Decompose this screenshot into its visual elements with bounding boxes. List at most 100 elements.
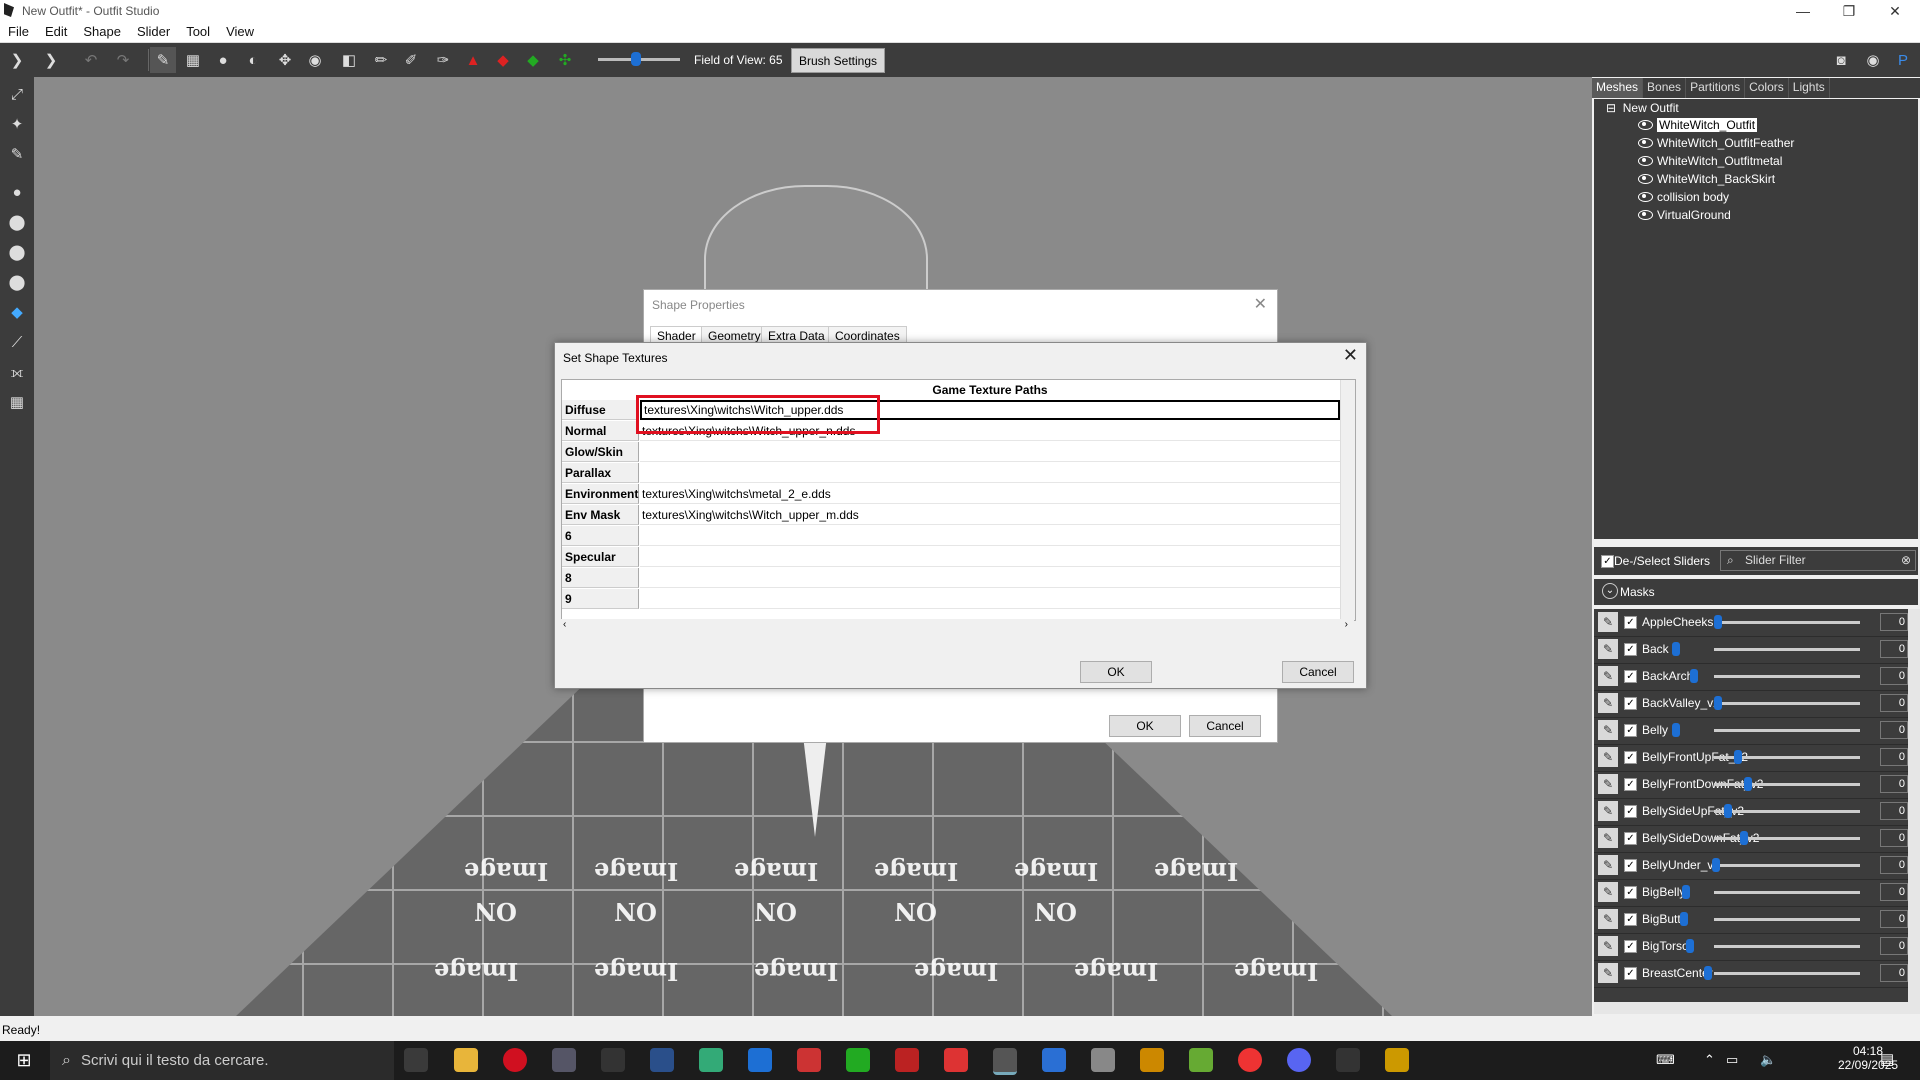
color-brush-icon[interactable]: ✐ — [398, 47, 424, 73]
tree-root[interactable]: ⊟ New Outfit — [1606, 101, 1679, 115]
app-icon[interactable] — [1189, 1048, 1213, 1072]
texture-path-cell[interactable] — [640, 442, 1340, 462]
app-icon[interactable] — [944, 1048, 968, 1072]
tab-partitions[interactable]: Partitions — [1686, 78, 1746, 98]
slider-track[interactable] — [1714, 918, 1860, 921]
tab-meshes[interactable]: Meshes — [1592, 78, 1644, 98]
mesh-item[interactable]: WhiteWitch_Outfitmetal — [1638, 153, 1782, 169]
undiff-brush-icon[interactable]: ◧ — [336, 47, 362, 73]
redo-icon[interactable]: ↷ — [110, 47, 136, 73]
edit-slider-icon[interactable]: ✎ — [1598, 774, 1618, 794]
opera-icon[interactable] — [503, 1048, 527, 1072]
app-icon[interactable] — [797, 1048, 821, 1072]
slider-track[interactable] — [1714, 702, 1860, 705]
slider-checkbox[interactable]: ✓ — [1624, 724, 1637, 737]
menu-file[interactable]: File — [0, 22, 37, 42]
eye-icon[interactable] — [1638, 156, 1653, 166]
edit-slider-icon[interactable]: ✎ — [1598, 882, 1618, 902]
texture-path-cell[interactable]: textures\Xing\witchs\Witch_upper_m.dds — [640, 505, 1340, 525]
slider-thumb[interactable] — [1680, 912, 1688, 926]
edit-slider-icon[interactable]: ✎ — [1598, 639, 1618, 659]
app-icon[interactable] — [1336, 1048, 1360, 1072]
chrome-icon[interactable] — [1238, 1048, 1262, 1072]
slider-track[interactable] — [1714, 675, 1860, 678]
slider-checkbox[interactable]: ✓ — [1624, 967, 1637, 980]
tab-lights[interactable]: Lights — [1789, 78, 1830, 98]
slider-thumb[interactable] — [1704, 966, 1712, 980]
slider-value-field[interactable]: 0 — [1880, 964, 1908, 982]
bones-view-icon[interactable]: ⟋ — [4, 329, 30, 355]
app-icon[interactable] — [552, 1048, 576, 1072]
slider-thumb[interactable] — [1690, 669, 1698, 683]
cube-view-icon[interactable]: ◆ — [4, 299, 30, 325]
slider-vertical-scrollbar[interactable] — [1908, 609, 1920, 1002]
edit-slider-icon[interactable]: ✎ — [1598, 963, 1618, 983]
expand-icon[interactable]: ⌄ — [1602, 583, 1618, 599]
slider-thumb[interactable] — [1744, 777, 1752, 791]
edit-slider-icon[interactable]: ✎ — [1598, 720, 1618, 740]
edit-slider-icon[interactable]: ✎ — [1598, 909, 1618, 929]
brush-size-large-icon[interactable]: ⬤ — [4, 239, 30, 265]
texture-path-cell[interactable] — [640, 547, 1340, 567]
slider-thumb[interactable] — [1714, 696, 1722, 710]
app-icon[interactable] — [895, 1048, 919, 1072]
slider-thumb[interactable] — [1712, 858, 1720, 872]
app-icon[interactable] — [650, 1048, 674, 1072]
edit-slider-icon[interactable]: ✎ — [1598, 936, 1618, 956]
slider-value-field[interactable]: 0 — [1880, 829, 1908, 847]
slider-value-field[interactable]: 0 — [1880, 721, 1908, 739]
volume-icon[interactable]: 🔈 — [1760, 1052, 1776, 1068]
slider-track[interactable] — [1714, 891, 1860, 894]
maximize-button[interactable]: ❐ — [1826, 0, 1872, 22]
notification-icon[interactable]: ▤ — [1880, 1050, 1894, 1068]
slider-value-field[interactable]: 0 — [1880, 667, 1908, 685]
app-icon[interactable] — [846, 1048, 870, 1072]
texture-vertical-scrollbar[interactable] — [1340, 380, 1355, 620]
deselect-sliders-checkbox[interactable]: ✓ — [1601, 555, 1614, 568]
clear-filter-icon[interactable]: ⊗ — [1901, 551, 1911, 570]
edit-slider-icon[interactable]: ✎ — [1598, 612, 1618, 632]
masks-row[interactable]: ⌄ Masks — [1594, 579, 1918, 605]
slider-value-field[interactable]: 0 — [1880, 694, 1908, 712]
eye-icon[interactable] — [1638, 138, 1653, 148]
menu-shape[interactable]: Shape — [75, 22, 129, 42]
transform-tool-icon[interactable]: ⤢ — [4, 81, 30, 107]
edge-icon[interactable]: ◆ — [490, 47, 516, 73]
slider-value-field[interactable]: 0 — [1880, 775, 1908, 793]
app-icon[interactable] — [601, 1048, 625, 1072]
fov-slider-thumb[interactable] — [631, 52, 641, 66]
slider-track[interactable] — [1714, 729, 1860, 732]
app-icon[interactable] — [1042, 1048, 1066, 1072]
mesh-item[interactable]: WhiteWitch_Outfit — [1638, 117, 1758, 133]
slider-track[interactable] — [1714, 837, 1860, 840]
smooth-brush-icon[interactable]: ◉ — [302, 47, 328, 73]
mesh-item[interactable]: collision body — [1638, 189, 1729, 205]
slider-value-field[interactable]: 0 — [1880, 883, 1908, 901]
app-icon[interactable] — [1385, 1048, 1409, 1072]
slider-track[interactable] — [1714, 810, 1860, 813]
brush-settings-button[interactable]: Brush Settings — [791, 48, 885, 73]
outfit-studio-taskbar-icon[interactable] — [993, 1048, 1017, 1075]
app-icon[interactable] — [748, 1048, 772, 1072]
close-icon[interactable]: ✕ — [1343, 345, 1358, 366]
slider-thumb[interactable] — [1724, 804, 1732, 818]
slider-checkbox[interactable]: ✓ — [1624, 643, 1637, 656]
brush-size-medium-icon[interactable]: ⬤ — [4, 209, 30, 235]
mask-brush-icon[interactable]: ▦ — [180, 47, 206, 73]
deflate-brush-icon[interactable]: ◐ — [240, 47, 266, 73]
slider-thumb[interactable] — [1714, 615, 1722, 629]
slider-checkbox[interactable]: ✓ — [1624, 886, 1637, 899]
ok-button[interactable]: OK — [1080, 661, 1152, 683]
discord-icon[interactable] — [1287, 1048, 1311, 1072]
collapse-icon[interactable]: ⊟ — [1606, 101, 1616, 115]
wireframe-icon[interactable]: ⟗ — [4, 359, 30, 385]
discord-icon[interactable]: ◙ — [1828, 47, 1854, 73]
texture-horizontal-scrollbar[interactable]: ‹ › — [561, 619, 1354, 633]
app-icon[interactable] — [1140, 1048, 1164, 1072]
inflate-brush-icon[interactable]: ● — [210, 47, 236, 73]
edit-slider-icon[interactable]: ✎ — [1598, 747, 1618, 767]
slider-filter-input[interactable]: ⌕ Slider Filter ⊗ — [1720, 550, 1916, 571]
slider-track[interactable] — [1714, 648, 1860, 651]
tab-colors[interactable]: Colors — [1745, 78, 1789, 98]
tab-bones[interactable]: Bones — [1643, 78, 1687, 98]
